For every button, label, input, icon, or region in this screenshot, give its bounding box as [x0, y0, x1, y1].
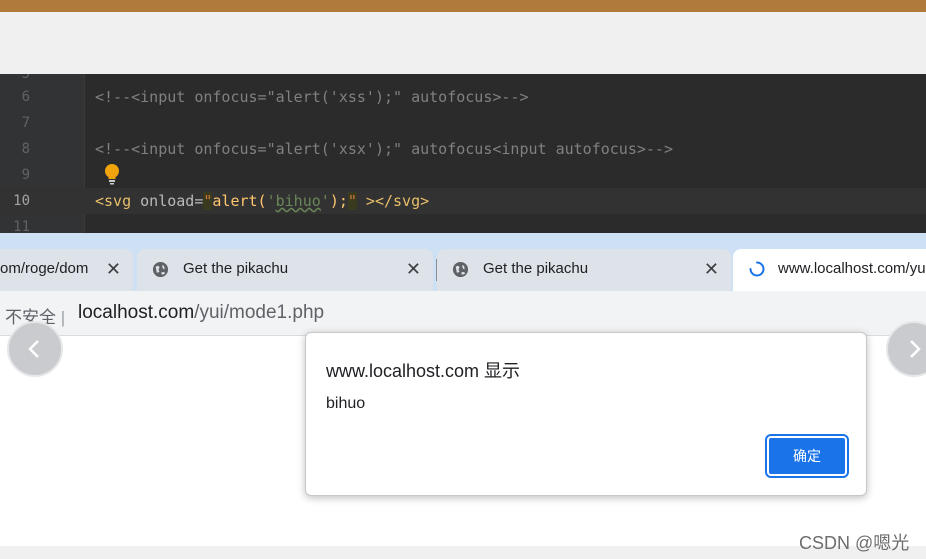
line-number: 9: [21, 167, 30, 183]
tab-title: Get the pikachu: [183, 260, 289, 277]
alert-dialog: www.localhost.com 显示 bihuo 确定: [305, 332, 867, 496]
globe-icon: [452, 261, 469, 278]
lightbulb-icon[interactable]: [102, 163, 122, 185]
tab-active[interactable]: www.localhost.com/yu: [733, 249, 926, 291]
argument-token: bihuo: [275, 192, 321, 210]
browser-tab-strip: om/roge/dom ✕ Get the pikachu ✕ Get the …: [0, 233, 926, 291]
editor-line[interactable]: 6 <!--<input onfocus="alert('xss');" aut…: [0, 84, 926, 110]
chevron-left-icon: [28, 340, 39, 358]
previous-arrow-button[interactable]: [7, 321, 63, 377]
url-path: /yui/mode1.php: [194, 302, 325, 323]
address-separator: |: [60, 308, 66, 327]
dialog-message: bihuo: [326, 395, 366, 412]
tab-1[interactable]: om/roge/dom ✕: [0, 249, 133, 291]
quote-token: ': [320, 192, 330, 210]
line-number: 7: [21, 115, 30, 131]
tag-token: <svg: [95, 192, 132, 210]
line-number: 10: [13, 193, 30, 209]
globe-icon: [152, 261, 169, 278]
string-token: alert(: [212, 192, 267, 210]
window-header-band: [0, 12, 926, 74]
chevron-right-icon: [910, 340, 921, 358]
line-number: 6: [21, 89, 30, 105]
window-bottom-band: [0, 546, 926, 559]
string-token: );: [329, 192, 348, 210]
tab-title: Get the pikachu: [483, 260, 589, 277]
url-text[interactable]: localhost.com/yui/mode1.php: [78, 302, 324, 324]
code-editor[interactable]: 5 6 <!--<input onfocus="alert('xss');" a…: [0, 74, 926, 233]
tab-3[interactable]: Get the pikachu ✕: [437, 249, 731, 291]
url-host: localhost.com: [78, 302, 195, 323]
window-top-bar: [0, 0, 926, 12]
tag-token: ></svg>: [356, 192, 430, 210]
close-icon[interactable]: ✕: [406, 259, 421, 280]
address-bar[interactable]: 不安全 | localhost.com/yui/mode1.php: [0, 291, 926, 336]
close-icon[interactable]: ✕: [704, 259, 719, 280]
close-icon[interactable]: ✕: [106, 259, 121, 280]
editor-line[interactable]: 7: [0, 110, 926, 136]
editor-line[interactable]: 11: [0, 214, 926, 233]
watermark: CSDN @嗯光: [799, 533, 910, 553]
editor-line[interactable]: 8 <!--<input onfocus="alert('xsx');" aut…: [0, 136, 926, 162]
line-number: 8: [21, 141, 30, 157]
code-svg-line: <svg onload="alert('bihuo');" ></svg>: [95, 188, 429, 214]
tab-title: www.localhost.com/yu: [778, 260, 926, 277]
tab-2[interactable]: Get the pikachu ✕: [137, 249, 433, 291]
attr-token: onload=: [131, 192, 204, 210]
quote-token: ": [347, 192, 357, 210]
dialog-title: www.localhost.com 显示: [326, 361, 521, 381]
ok-button[interactable]: 确定: [765, 434, 849, 478]
editor-line-current[interactable]: 10 <svg onload="alert('bihuo');" ></svg>: [0, 188, 926, 214]
code-comment: <!--<input onfocus="alert('xsx');" autof…: [95, 140, 673, 158]
editor-line[interactable]: 9: [0, 162, 926, 188]
loading-spinner-icon: [749, 261, 765, 277]
code-comment: <!--<input onfocus="alert('xss');" autof…: [95, 88, 529, 106]
line-number: 11: [13, 219, 30, 233]
quote-token: ': [266, 192, 276, 210]
tab-title: om/roge/dom: [0, 260, 89, 277]
